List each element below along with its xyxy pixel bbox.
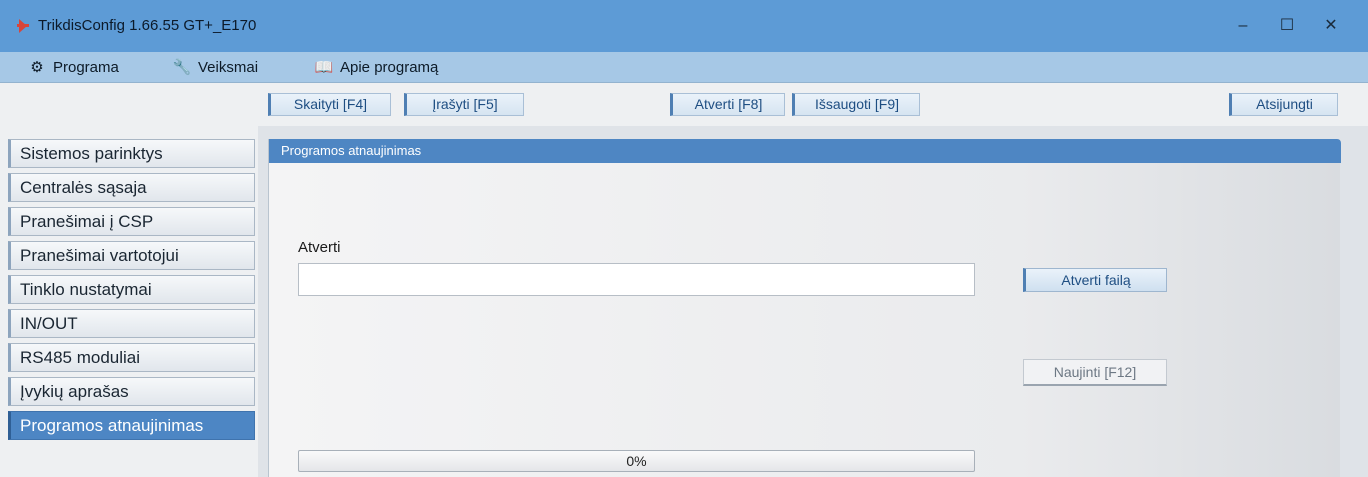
write-button[interactable]: Įrašyti [F5]	[404, 93, 524, 116]
maximize-button[interactable]: ☐	[1272, 12, 1302, 40]
sidebar-item-pranesimai-vartotojui[interactable]: Pranešimai vartotojui	[8, 241, 255, 270]
sidebar-item-programos-atnaujinimas[interactable]: Programos atnaujinimas	[8, 411, 255, 440]
sidebar-item-tinklo-nustatymai[interactable]: Tinklo nustatymai	[8, 275, 255, 304]
sidebar-item-sistemos-parinktys[interactable]: Sistemos parinktys	[8, 139, 255, 168]
wrench-icon: 🔧	[172, 59, 192, 76]
book-icon: 📖	[314, 59, 334, 76]
menu-veiksmai[interactable]: 🔧 Veiksmai	[172, 52, 258, 83]
menu-apie-label: Apie programą	[340, 59, 439, 76]
sidebar-item-ivykiu-aprasas[interactable]: Įvykių aprašas	[8, 377, 255, 406]
progress-text: 0%	[626, 453, 647, 469]
progress-bar: 0%	[298, 450, 975, 472]
firmware-update-panel: Programos atnaujinimas	[268, 139, 1341, 477]
disconnect-button[interactable]: Atsijungti	[1229, 93, 1338, 116]
menu-programa[interactable]: ⚙ Programa	[27, 52, 119, 83]
gear-icon: ⚙	[30, 59, 44, 76]
open-file-label: Atverti	[298, 239, 341, 256]
close-button[interactable]: ✕	[1316, 12, 1346, 40]
sidebar-item-pranesimai-csp[interactable]: Pranešimai į CSP	[8, 207, 255, 236]
menu-apie-programa[interactable]: 📖 Apie programą	[314, 52, 439, 83]
menu-veiksmai-label: Veiksmai	[198, 59, 259, 76]
save-config-button[interactable]: Išsaugoti [F9]	[792, 93, 920, 116]
window-title: TrikdisConfig 1.66.55 GT+_E170	[38, 17, 257, 34]
app-icon	[17, 19, 29, 33]
sidebar: Sistemos parinktys Centralės sąsaja Pran…	[0, 126, 258, 477]
panel-title: Programos atnaujinimas	[269, 139, 1341, 163]
open-file-button[interactable]: Atverti failą	[1023, 268, 1167, 292]
sidebar-item-centrales-sasaja[interactable]: Centralės sąsaja	[8, 173, 255, 202]
update-button[interactable]: Naujinti [F12]	[1023, 359, 1167, 386]
menu-bar: ⚙ Programa 🔧 Veiksmai 📖 Apie programą	[0, 52, 1368, 83]
sidebar-item-rs485-moduliai[interactable]: RS485 moduliai	[8, 343, 255, 372]
sidebar-item-in-out[interactable]: IN/OUT	[8, 309, 255, 338]
menu-programa-label: Programa	[53, 59, 119, 76]
toolbar: Skaityti [F4] Įrašyti [F5] Atverti [F8] …	[0, 83, 1368, 126]
open-config-button[interactable]: Atverti [F8]	[670, 93, 785, 116]
minimize-button[interactable]: –	[1228, 12, 1258, 40]
title-bar: TrikdisConfig 1.66.55 GT+_E170 – ☐ ✕	[0, 0, 1368, 52]
read-button[interactable]: Skaityti [F4]	[268, 93, 391, 116]
file-path-input[interactable]	[298, 263, 975, 296]
